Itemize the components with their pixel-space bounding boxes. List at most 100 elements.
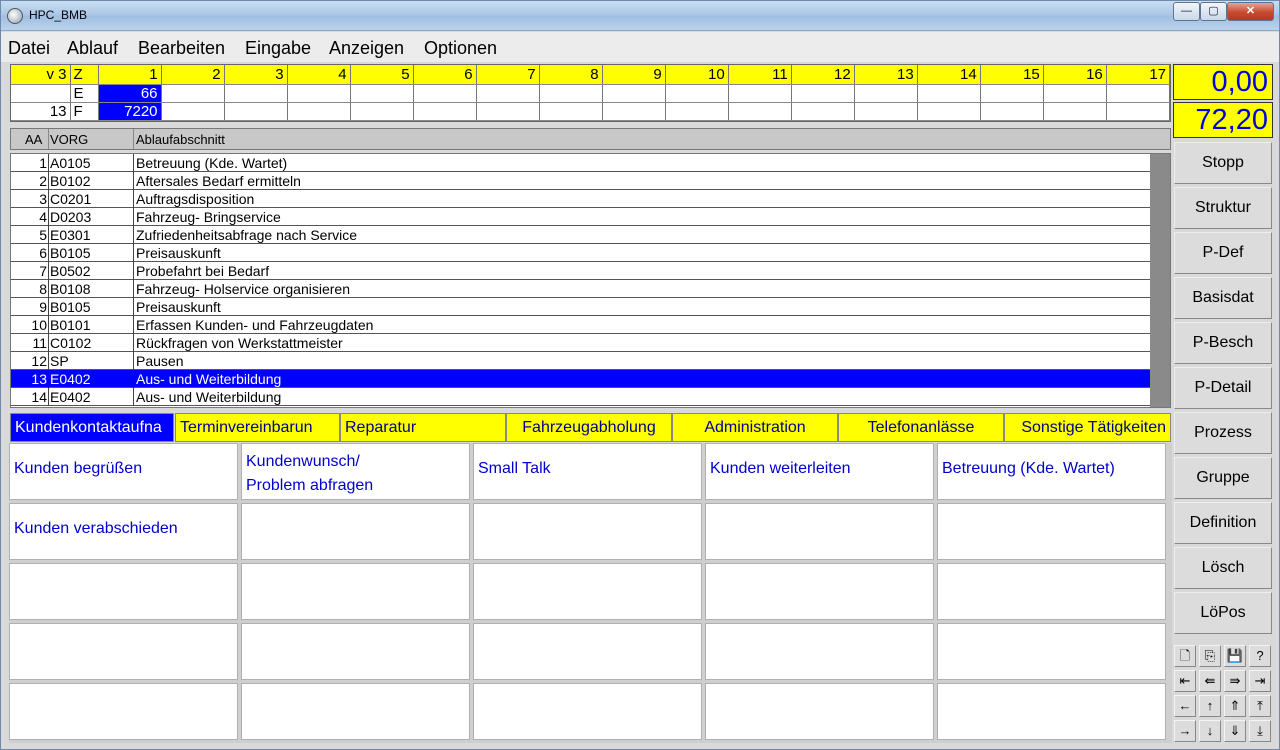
list-row[interactable]: 3 C0201 Auftragsdisposition bbox=[11, 190, 1151, 208]
list-row[interactable]: 2 B0102 Aftersales Bedarf ermitteln bbox=[11, 172, 1151, 190]
struktur-button[interactable]: Struktur bbox=[1174, 187, 1272, 229]
activity-cell[interactable] bbox=[473, 623, 702, 680]
list-row[interactable]: 10 B0101 Erfassen Kunden- und Fahrzeugdate… bbox=[11, 316, 1151, 334]
p-detail-button[interactable]: P-Detail bbox=[1174, 367, 1272, 409]
activity-cell[interactable] bbox=[9, 563, 238, 620]
new-doc-icon[interactable]: 🗋 bbox=[1174, 645, 1196, 667]
activity-cell[interactable] bbox=[937, 563, 1166, 620]
minimize-button[interactable]: — bbox=[1173, 2, 1200, 21]
list-row[interactable]: 12 SP Pausen bbox=[11, 352, 1151, 370]
maximize-button[interactable]: ▢ bbox=[1200, 2, 1227, 21]
list-row[interactable]: 8 B0108 Fahrzeug- Holservice organisieren bbox=[11, 280, 1151, 298]
tab-kundenkontaktaufna[interactable]: Kundenkontaktaufna bbox=[10, 413, 174, 442]
up-icon[interactable]: ↑ bbox=[1199, 695, 1221, 717]
stopp-button[interactable]: Stopp bbox=[1174, 142, 1272, 184]
activity-cell[interactable] bbox=[705, 683, 934, 740]
grid-cell[interactable] bbox=[917, 84, 981, 103]
tab-administration[interactable]: Administration bbox=[672, 413, 838, 442]
grid-cell[interactable] bbox=[224, 84, 288, 103]
grid-cell[interactable] bbox=[728, 102, 792, 121]
list-row[interactable]: 9 B0105 Preisauskunft bbox=[11, 298, 1151, 316]
next-fast-icon[interactable]: ⇛ bbox=[1224, 670, 1246, 692]
grid-cell[interactable] bbox=[476, 84, 540, 103]
grid-cell[interactable] bbox=[350, 102, 414, 121]
list-row[interactable]: 1 A0105 Betreuung (Kde. Wartet) bbox=[11, 154, 1151, 172]
activity-cell[interactable] bbox=[473, 503, 702, 560]
tab-fahrzeugabholung[interactable]: Fahrzeugabholung bbox=[506, 413, 672, 442]
header-ablaufabschnitt[interactable]: Ablaufabschnitt bbox=[136, 132, 225, 147]
grid-cell[interactable] bbox=[728, 84, 792, 103]
activity-cell[interactable]: Kunden weiterleiten bbox=[705, 443, 934, 500]
activity-cell[interactable] bbox=[241, 683, 470, 740]
up-fast-icon[interactable]: ⇑ bbox=[1224, 695, 1246, 717]
grid-cell[interactable] bbox=[413, 102, 477, 121]
down-icon[interactable]: ↓ bbox=[1199, 720, 1221, 742]
grid-column-header[interactable]: 12 bbox=[791, 65, 855, 85]
close-button[interactable]: ✕ bbox=[1227, 2, 1274, 21]
grid-cell[interactable] bbox=[1106, 84, 1171, 103]
menu-bearbeiten[interactable]: Bearbeiten bbox=[138, 38, 225, 59]
grid-column-header[interactable]: 11 bbox=[728, 65, 792, 85]
prozess-button[interactable]: Prozess bbox=[1174, 412, 1272, 454]
grid-cell[interactable] bbox=[287, 102, 351, 121]
grid-column-header[interactable]: 1 bbox=[98, 65, 162, 85]
left-icon[interactable]: ← bbox=[1174, 695, 1196, 717]
grid-column-header[interactable]: 16 bbox=[1043, 65, 1107, 85]
definition-button[interactable]: Definition bbox=[1174, 502, 1272, 544]
right-icon[interactable]: → bbox=[1174, 720, 1196, 742]
grid-cell[interactable] bbox=[476, 102, 540, 121]
grid-column-header[interactable]: 6 bbox=[413, 65, 477, 85]
activity-cell[interactable]: Kunden begrüßen bbox=[9, 443, 238, 500]
grid-row-type[interactable]: F bbox=[70, 102, 99, 121]
bottom-icon[interactable]: ⤓ bbox=[1249, 720, 1271, 742]
activity-cell[interactable] bbox=[9, 683, 238, 740]
activity-cell[interactable] bbox=[705, 503, 934, 560]
grid-cell[interactable] bbox=[350, 84, 414, 103]
grid-column-header[interactable]: 4 bbox=[287, 65, 351, 85]
grid-column-header[interactable]: 14 bbox=[917, 65, 981, 85]
grid-cell[interactable] bbox=[791, 84, 855, 103]
list-row[interactable]: 13 E0402 Aus- und Weiterbildung bbox=[11, 370, 1151, 388]
grid-column-header[interactable]: 8 bbox=[539, 65, 603, 85]
header-aa[interactable]: AA bbox=[25, 132, 42, 147]
activity-cell[interactable] bbox=[705, 563, 934, 620]
grid-cell[interactable] bbox=[1043, 84, 1107, 103]
grid-cell[interactable] bbox=[854, 102, 918, 121]
grid-column-header[interactable]: 13 bbox=[854, 65, 918, 85]
grid-cell[interactable] bbox=[539, 84, 603, 103]
grid-cell[interactable] bbox=[665, 84, 729, 103]
grid-cell[interactable] bbox=[854, 84, 918, 103]
grid-cell[interactable] bbox=[1106, 102, 1171, 121]
activity-cell[interactable]: Betreuung (Kde. Wartet) bbox=[937, 443, 1166, 500]
down-fast-icon[interactable]: ⇓ bbox=[1224, 720, 1246, 742]
grid-cell[interactable] bbox=[602, 84, 666, 103]
activity-cell[interactable] bbox=[937, 683, 1166, 740]
activity-cell[interactable] bbox=[705, 623, 934, 680]
activity-cell[interactable] bbox=[241, 503, 470, 560]
copy-icon[interactable]: ⎘ bbox=[1199, 645, 1221, 667]
menu-eingabe[interactable]: Eingabe bbox=[245, 38, 311, 59]
activity-cell[interactable] bbox=[241, 623, 470, 680]
grid-cell[interactable]: 66 bbox=[98, 84, 162, 103]
grid-cell[interactable] bbox=[665, 102, 729, 121]
grid-cell[interactable] bbox=[1043, 102, 1107, 121]
menu-anzeigen[interactable]: Anzeigen bbox=[329, 38, 404, 59]
grid-cell[interactable] bbox=[917, 102, 981, 121]
list-row[interactable]: 6 B0105 Preisauskunft bbox=[11, 244, 1151, 262]
grid-cell[interactable] bbox=[161, 102, 225, 121]
top-icon[interactable]: ⤒ bbox=[1249, 695, 1271, 717]
activity-cell[interactable]: Kunden verabschieden bbox=[9, 503, 238, 560]
grid-cell[interactable] bbox=[539, 102, 603, 121]
prev-fast-icon[interactable]: ⇚ bbox=[1199, 670, 1221, 692]
list-row[interactable]: 14 E0402 Aus- und Weiterbildung bbox=[11, 388, 1151, 406]
menu-datei[interactable]: Datei bbox=[8, 38, 50, 59]
basisdat-button[interactable]: Basisdat bbox=[1174, 277, 1272, 319]
first-icon[interactable]: ⇤ bbox=[1174, 670, 1196, 692]
list-scrollbar[interactable] bbox=[1150, 154, 1170, 407]
activity-cell[interactable] bbox=[937, 623, 1166, 680]
grid-column-header[interactable]: 15 bbox=[980, 65, 1044, 85]
grid-column-header[interactable]: 17 bbox=[1106, 65, 1171, 85]
menu-ablauf[interactable]: Ablauf bbox=[67, 38, 118, 59]
grid-cell[interactable] bbox=[224, 102, 288, 121]
grid-row-type[interactable]: E bbox=[70, 84, 99, 103]
